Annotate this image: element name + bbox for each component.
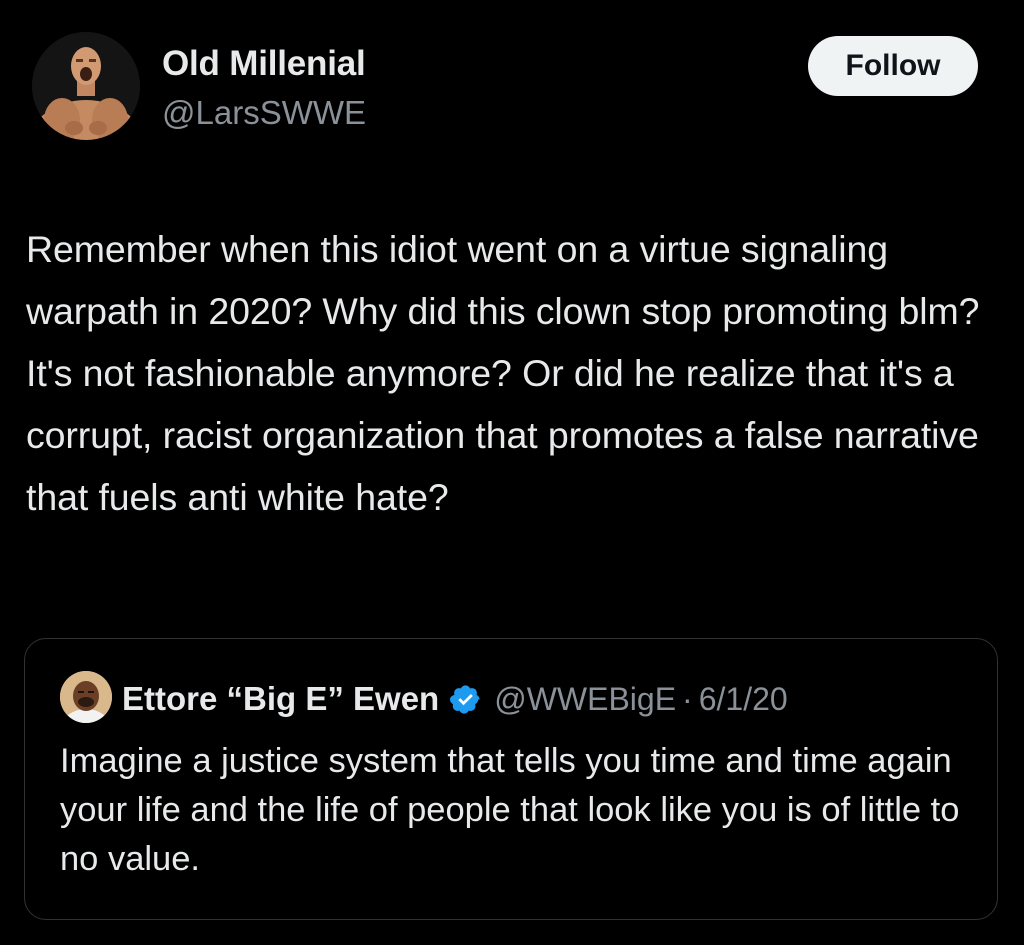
quoted-tweet-text: Imagine a justice system that tells you … [60,742,960,878]
quoted-author-handle[interactable]: @WWEBigE [494,681,676,718]
tweet: Old Millenial @LarsSWWE Follow Remember … [0,0,1024,945]
quoted-tweet-date[interactable]: 6/1/20 [699,681,788,718]
author-avatar[interactable] [32,32,140,140]
header-separator: · [682,680,693,717]
verified-badge-icon [449,683,482,716]
quoted-tweet-header: Ettore “Big E” Ewen @WWEBigE · 6/1/20 [122,677,788,721]
author-handle[interactable]: @LarsSWWE [162,94,366,132]
tweet-text: Remember when this idiot went on a virtu… [26,228,980,518]
quoted-tweet-card[interactable]: Ettore “Big E” Ewen @WWEBigE · 6/1/20 Im… [24,638,998,920]
author-display-name[interactable]: Old Millenial [162,44,366,84]
quoted-author-display-name[interactable]: Ettore “Big E” Ewen [122,680,439,718]
quoted-avatar-image [60,671,112,723]
avatar-image [32,32,140,140]
quoted-author-avatar[interactable] [60,671,112,723]
follow-button[interactable]: Follow [808,36,978,96]
